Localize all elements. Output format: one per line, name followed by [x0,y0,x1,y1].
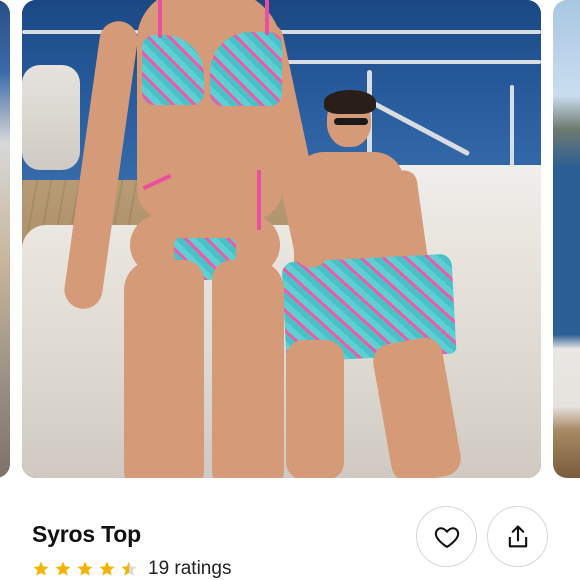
next-image-peek[interactable] [553,0,580,478]
image-carousel[interactable] [0,0,580,484]
star-icon [77,561,93,576]
favorite-button[interactable] [416,506,477,567]
product-photo [22,0,541,478]
share-upload-icon [508,524,527,547]
star-icon [33,561,49,576]
star-icon [55,561,71,576]
rating-row[interactable]: 19 ratings [32,558,231,580]
rating-count: 19 ratings [148,558,232,579]
star-icon [99,561,115,576]
heart-icon [434,526,459,548]
product-info: Syros Top 19 ratings [0,484,580,580]
product-page: Syros Top 19 ratings [0,0,580,580]
photo-woman [62,0,332,478]
product-title: Syros Top [32,521,141,547]
half-star-icon [121,561,137,576]
share-button[interactable] [487,506,548,567]
previous-image-peek[interactable] [0,0,10,478]
product-image[interactable] [22,0,541,478]
